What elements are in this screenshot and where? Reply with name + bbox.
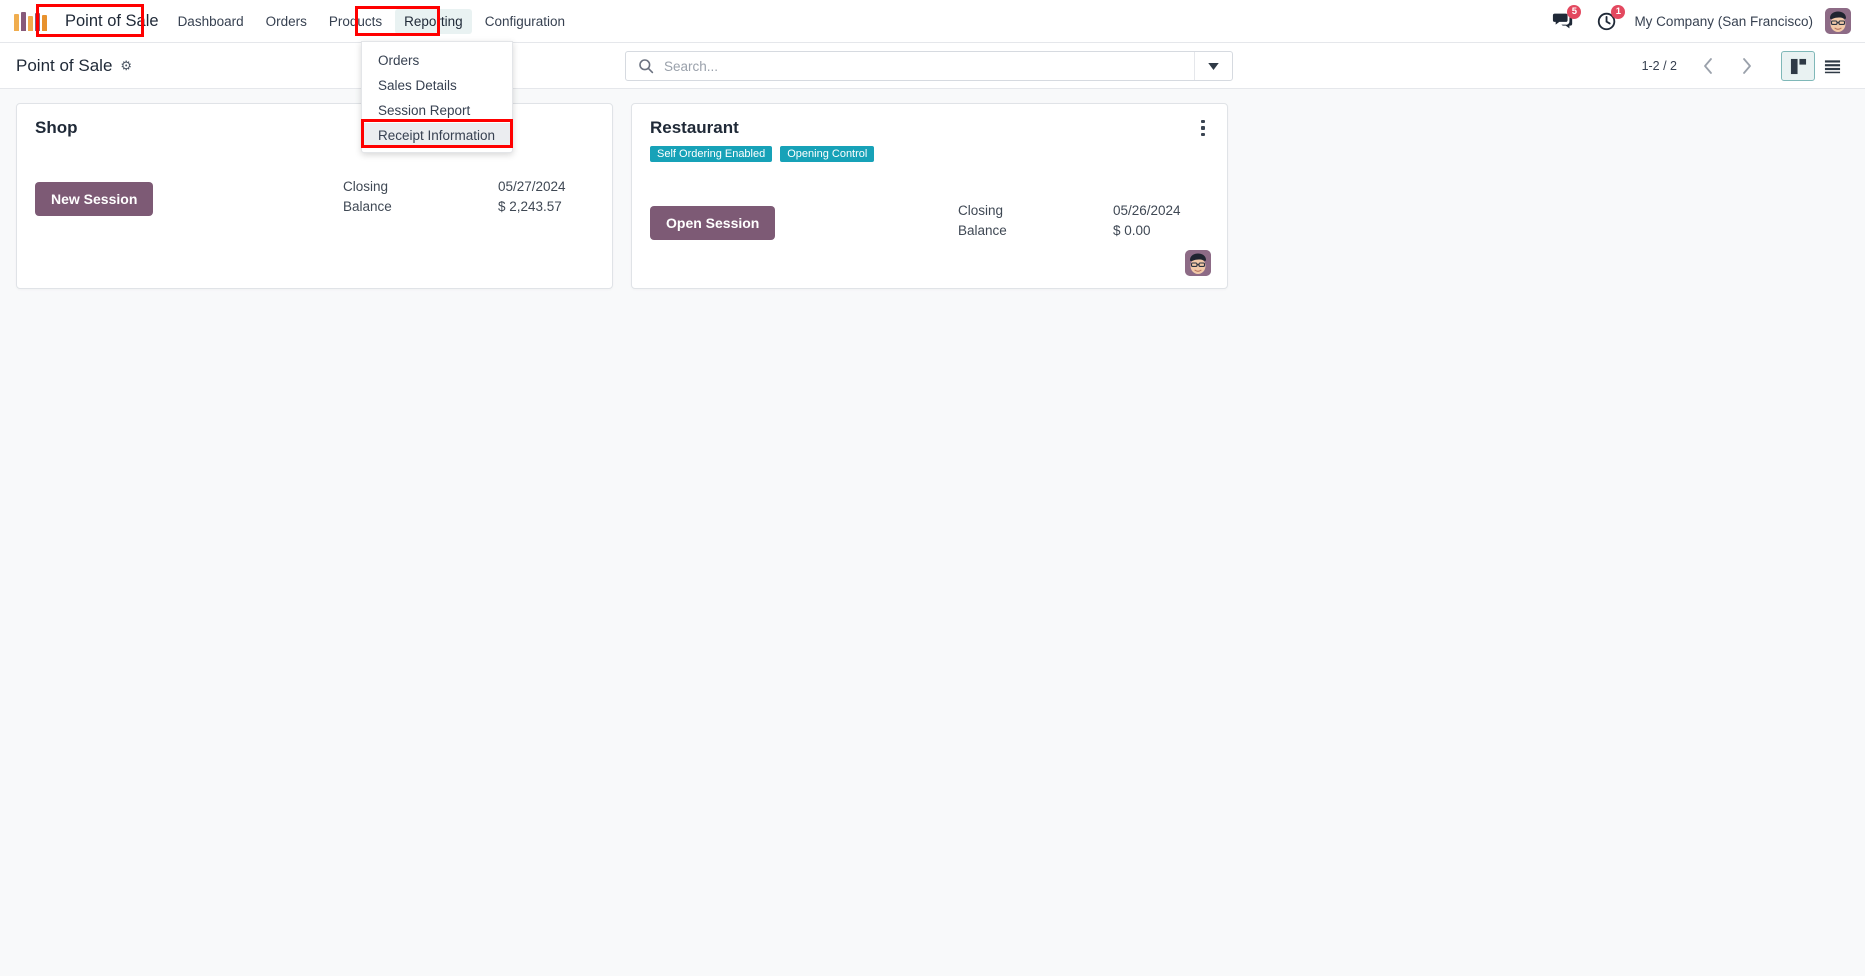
search-input[interactable] — [664, 58, 1194, 74]
reporting-dropdown-menu: Orders Sales Details Session Report Rece… — [361, 41, 513, 153]
messages-count-badge: 5 — [1567, 5, 1582, 19]
stat-labels: Closing Balance — [343, 179, 498, 214]
pos-card-restaurant[interactable]: Restaurant Self Ordering Enabled Opening… — [631, 103, 1228, 289]
card-badges: Self Ordering Enabled Opening Control — [650, 146, 1209, 162]
menu-item-reporting[interactable]: Reporting — [395, 8, 472, 34]
company-name[interactable]: My Company (San Francisco) — [1634, 14, 1813, 29]
menu-item-orders[interactable]: Orders — [257, 9, 316, 34]
stat-label-balance: Balance — [343, 199, 392, 214]
new-session-button[interactable]: New Session — [35, 182, 154, 216]
systray-icons: 5 1 — [1552, 5, 1626, 32]
menu-item-products[interactable]: Products — [320, 9, 391, 34]
stat-label-closing: Closing — [343, 179, 389, 194]
card-stats: Closing Balance 05/26/2024 $ 0.00 — [958, 203, 1181, 238]
pager-next-button[interactable] — [1730, 52, 1763, 80]
dropdown-item-orders[interactable]: Orders — [362, 48, 512, 73]
odoo-logo-icon[interactable] — [14, 11, 47, 31]
top-navbar: Point of Sale Dashboard Orders Products … — [0, 0, 1865, 43]
search-icon — [638, 58, 654, 74]
card-title: Restaurant — [650, 118, 739, 137]
menu-item-configuration[interactable]: Configuration — [476, 9, 574, 34]
chevron-left-icon — [1703, 58, 1712, 74]
kanban-view-button[interactable] — [1781, 51, 1815, 81]
activities-count-badge: 1 — [1611, 5, 1626, 19]
kanban-view-icon — [1790, 58, 1806, 74]
stat-label-balance: Balance — [958, 223, 1007, 238]
card-avatar[interactable] — [1185, 250, 1211, 276]
chevron-down-icon — [1208, 62, 1219, 70]
pos-card-shop[interactable]: Shop New Session Closing Balance 05/27/2… — [16, 103, 613, 289]
kebab-menu-icon[interactable] — [1195, 118, 1211, 138]
app-name-point-of-sale[interactable]: Point of Sale — [57, 9, 167, 34]
badge-self-ordering-enabled: Self Ordering Enabled — [650, 146, 773, 162]
pager-value: 1-2 / 2 — [1641, 59, 1677, 73]
control-panel: Point of Sale ⚙ 1-2 / 2 — [0, 43, 1865, 89]
list-view-icon — [1824, 59, 1840, 73]
stat-values: 05/26/2024 $ 0.00 — [1113, 203, 1181, 238]
list-view-button[interactable] — [1815, 51, 1849, 81]
view-switcher — [1781, 51, 1849, 81]
stat-label-closing: Closing — [958, 203, 1004, 218]
badge-opening-control: Opening Control — [780, 146, 875, 162]
user-avatar-icon — [1825, 8, 1851, 34]
pager-previous-button[interactable] — [1691, 52, 1724, 80]
breadcrumb: Point of Sale ⚙ — [16, 56, 132, 76]
user-avatar-icon — [1185, 250, 1211, 276]
open-session-button[interactable]: Open Session — [650, 206, 776, 240]
card-stats: Closing Balance 05/27/2024 $ 2,243.57 — [343, 179, 566, 214]
activities-button[interactable]: 1 — [1596, 5, 1626, 32]
menu-item-dashboard[interactable]: Dashboard — [169, 9, 253, 34]
control-panel-right: 1-2 / 2 — [1642, 43, 1849, 89]
stat-value-balance: $ 2,243.57 — [498, 199, 562, 214]
dropdown-item-receipt-information[interactable]: Receipt Information — [362, 123, 512, 148]
stat-values: 05/27/2024 $ 2,243.57 — [498, 179, 566, 214]
avatar[interactable] — [1825, 8, 1851, 34]
card-body: Open Session Closing Balance 05/26/2024 … — [650, 203, 1209, 240]
stat-labels: Closing Balance — [958, 203, 1113, 238]
gear-icon[interactable]: ⚙ — [120, 59, 132, 72]
dropdown-item-sales-details[interactable]: Sales Details — [362, 73, 512, 98]
kanban-view: Shop New Session Closing Balance 05/27/2… — [0, 89, 1865, 976]
dropdown-item-session-report[interactable]: Session Report — [362, 98, 512, 123]
stat-value-closing: 05/26/2024 — [1113, 203, 1181, 218]
chevron-right-icon — [1742, 58, 1751, 74]
stat-value-closing: 05/27/2024 — [498, 179, 566, 194]
search-bar — [625, 51, 1233, 81]
card-body: New Session Closing Balance 05/27/2024 $… — [35, 179, 594, 216]
messages-button[interactable]: 5 — [1552, 5, 1582, 32]
search-dropdown-toggle[interactable] — [1194, 52, 1232, 80]
stat-value-balance: $ 0.00 — [1113, 223, 1151, 238]
page-title: Point of Sale — [16, 55, 113, 75]
